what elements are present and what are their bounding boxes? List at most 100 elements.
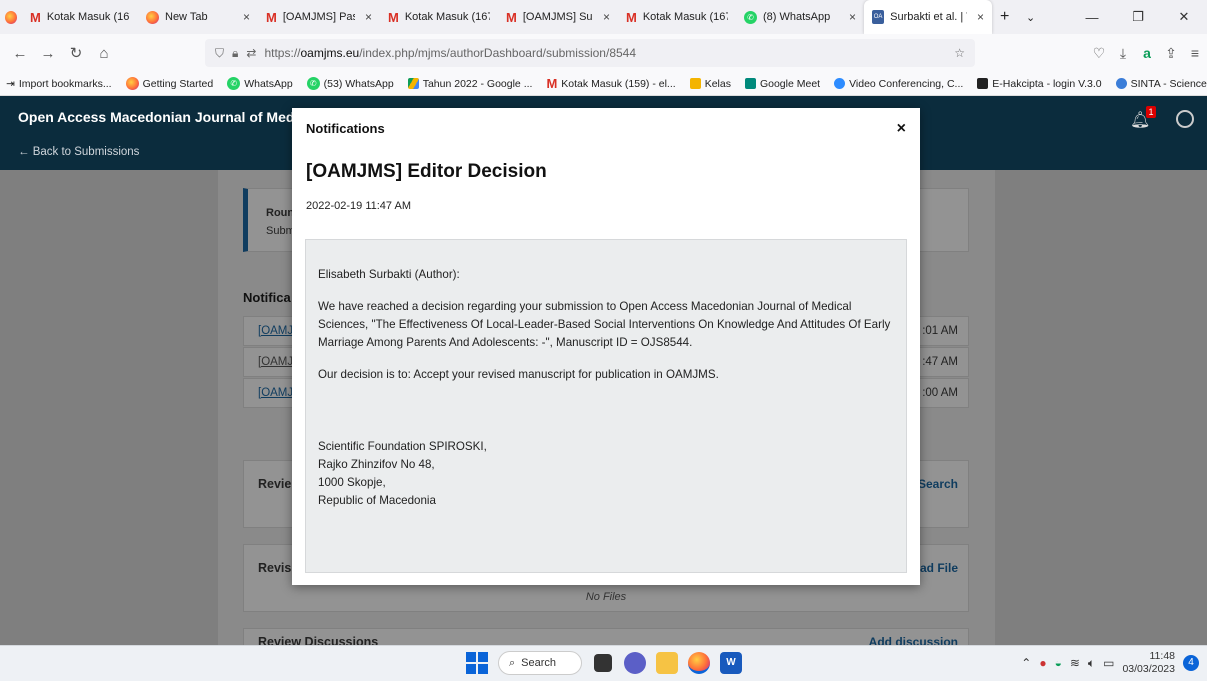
tab-oamjms-active[interactable]: OASurbakti et al. | Th× bbox=[864, 0, 992, 34]
classroom-icon bbox=[689, 78, 701, 89]
greeting: Elisabeth Surbakti (Author): bbox=[318, 268, 460, 281]
upload-file-button[interactable]: ad File bbox=[920, 561, 958, 575]
bookmark-google-drive[interactable]: Tahun 2022 - Google ... bbox=[407, 78, 532, 90]
toolbar-right: ♡ ⤓ a ⇪ ≡ bbox=[1087, 34, 1207, 72]
battery-icon[interactable]: ▭ bbox=[1103, 656, 1114, 670]
windows-taskbar: ⌕ Search W ⌃ ● ◒ ≋ 🔈︎ ▭ 11:48 03/03/2023 … bbox=[0, 645, 1207, 681]
notification-time: :47 AM bbox=[922, 356, 958, 368]
restore-icon[interactable]: ❐ bbox=[1115, 9, 1161, 25]
chat-icon[interactable] bbox=[624, 652, 646, 674]
word-icon[interactable]: W bbox=[720, 652, 742, 674]
tray-sync-icon[interactable]: ◒ bbox=[1055, 656, 1062, 670]
back-arrow-icon[interactable]: ← bbox=[6, 45, 34, 62]
reload-icon[interactable]: ↻ bbox=[62, 44, 90, 62]
search-button[interactable]: Search bbox=[918, 477, 958, 491]
gmail-icon: M bbox=[388, 9, 399, 25]
url-bar[interactable]: ⛉ 🔒︎ ⇄ https://oamjms.eu/index.php/mjms/… bbox=[205, 39, 975, 67]
review-files-title: Revie bbox=[258, 477, 292, 491]
profile-icon[interactable] bbox=[1176, 110, 1194, 128]
clock-date: 03/03/2023 bbox=[1122, 663, 1175, 675]
new-tab-button[interactable]: + bbox=[992, 0, 1018, 34]
downloads-icon[interactable]: ⤓ bbox=[1111, 45, 1135, 62]
share-icon[interactable]: ⇪ bbox=[1159, 45, 1183, 62]
tab-whatsapp[interactable]: ✆ (8) WhatsApp × bbox=[736, 0, 864, 34]
tab-oamjms-submission[interactable]: M[OAMJMS] Submis× bbox=[498, 0, 618, 34]
site-title[interactable]: Open Access Macedonian Journal of Medica… bbox=[18, 109, 318, 125]
permissions-icon[interactable]: ⇄ bbox=[246, 46, 256, 60]
url-text: https://oamjms.eu/index.php/mjms/authorD… bbox=[264, 46, 637, 60]
notification-link[interactable]: [OAMJ bbox=[258, 387, 293, 399]
tray-chevron-up-icon[interactable]: ⌃ bbox=[1021, 656, 1031, 670]
forward-arrow-icon[interactable]: → bbox=[34, 45, 62, 62]
notification-center-badge[interactable]: 4 bbox=[1183, 655, 1199, 671]
bookmark-google-meet[interactable]: Google Meet bbox=[744, 78, 820, 90]
notification-title: [OAMJMS] Editor Decision bbox=[306, 161, 547, 182]
signature-line: Scientific Foundation SPIROSKI, bbox=[318, 440, 487, 453]
tray-app-icon[interactable]: ● bbox=[1039, 656, 1046, 670]
taskbar-search[interactable]: ⌕ Search bbox=[498, 651, 582, 675]
tab-gmail-1[interactable]: MKotak Masuk (167) × bbox=[22, 0, 138, 34]
search-icon: ⌕ bbox=[509, 656, 516, 669]
home-icon[interactable]: ⌂ bbox=[90, 45, 118, 62]
tab-new-tab[interactable]: New Tab × bbox=[138, 0, 258, 34]
minimize-icon[interactable]: — bbox=[1069, 10, 1115, 25]
whatsapp-icon: ✆ bbox=[306, 77, 320, 90]
notification-link[interactable]: [OAMJ bbox=[258, 325, 293, 337]
signature-line: 1000 Skopje, bbox=[318, 476, 386, 489]
task-view-icon[interactable] bbox=[594, 654, 612, 672]
taskbar-apps: ⌕ Search W bbox=[466, 651, 742, 675]
bookmark-gmail[interactable]: M Kotak Masuk (159) - el... bbox=[546, 76, 675, 91]
gmail-icon: M bbox=[546, 76, 558, 91]
close-window-icon[interactable]: ✕ bbox=[1161, 9, 1207, 25]
close-tab-icon[interactable]: × bbox=[365, 10, 372, 24]
bookmark-zoom[interactable]: Video Conferencing, C... bbox=[834, 78, 963, 90]
pocket-icon[interactable]: ♡ bbox=[1087, 45, 1111, 62]
notifications-heading: Notifica bbox=[243, 290, 291, 305]
firefox-taskbar-icon[interactable] bbox=[688, 652, 710, 674]
signature-line: Rajko Zhinzifov No 48, bbox=[318, 458, 435, 471]
notification-link[interactable]: [OAMJ bbox=[258, 356, 293, 368]
bookmark-import[interactable]: ⇥ Import bookmarks... bbox=[6, 78, 112, 90]
tab-oamjms-password[interactable]: M[OAMJMS] Passwo× bbox=[258, 0, 380, 34]
close-tab-icon[interactable]: × bbox=[849, 10, 856, 24]
file-explorer-icon[interactable] bbox=[656, 652, 678, 674]
bookmark-e-hakcipta[interactable]: E-Hakcipta - login V.3.0 bbox=[977, 78, 1102, 90]
list-tabs-chevron-icon[interactable]: ⌄ bbox=[1018, 0, 1044, 34]
close-icon[interactable]: × bbox=[897, 120, 906, 138]
close-tab-icon[interactable]: × bbox=[243, 10, 250, 24]
bookmark-whatsapp-53[interactable]: ✆ (53) WhatsApp bbox=[306, 77, 394, 90]
notification-time: :01 AM bbox=[922, 325, 958, 337]
tab-gmail-2[interactable]: MKotak Masuk (167) × bbox=[380, 0, 498, 34]
gmail-icon: M bbox=[266, 9, 277, 25]
sinta-icon bbox=[1115, 78, 1127, 89]
bookmark-kelas[interactable]: Kelas bbox=[689, 78, 731, 90]
bookmark-whatsapp[interactable]: ✆ WhatsApp bbox=[227, 77, 293, 90]
back-to-submissions-link[interactable]: ← Back to Submissions bbox=[18, 146, 139, 158]
firefox-menu[interactable] bbox=[0, 0, 22, 34]
notification-count-badge: 1 bbox=[1146, 106, 1156, 118]
menu-icon[interactable]: ≡ bbox=[1183, 45, 1207, 61]
close-tab-icon[interactable]: × bbox=[977, 10, 984, 24]
lock-icon[interactable]: 🔒︎ bbox=[232, 46, 238, 61]
whatsapp-icon: ✆ bbox=[227, 77, 241, 90]
system-tray: ⌃ ● ◒ ≋ 🔈︎ ▭ 11:48 03/03/2023 4 bbox=[1021, 650, 1199, 676]
firefox-icon bbox=[125, 77, 139, 90]
bookmark-getting-started[interactable]: Getting Started bbox=[125, 77, 213, 90]
e-hakcipta-icon bbox=[977, 78, 989, 89]
windows-start-icon[interactable] bbox=[466, 652, 488, 674]
shield-icon[interactable]: ⛉ bbox=[215, 46, 224, 61]
clock-time: 11:48 bbox=[1149, 650, 1176, 662]
bookmark-sinta[interactable]: SINTA - Science and T... bbox=[1115, 78, 1207, 90]
notification-time: :00 AM bbox=[922, 387, 958, 399]
whatsapp-icon: ✆ bbox=[744, 10, 757, 24]
zoom-icon bbox=[834, 78, 846, 89]
bookmark-star-icon[interactable]: ☆ bbox=[954, 46, 965, 60]
close-tab-icon[interactable]: × bbox=[603, 10, 610, 24]
clock[interactable]: 11:48 03/03/2023 bbox=[1122, 650, 1175, 676]
gmail-icon: M bbox=[626, 9, 637, 25]
extension-icon[interactable]: a bbox=[1135, 45, 1159, 61]
tab-gmail-3[interactable]: MKotak Masuk (167) × bbox=[618, 0, 736, 34]
notifications-modal: Notifications × [OAMJMS] Editor Decision… bbox=[292, 108, 920, 585]
wifi-icon[interactable]: ≋ bbox=[1070, 656, 1080, 670]
volume-icon[interactable]: 🔈︎ bbox=[1088, 656, 1095, 671]
